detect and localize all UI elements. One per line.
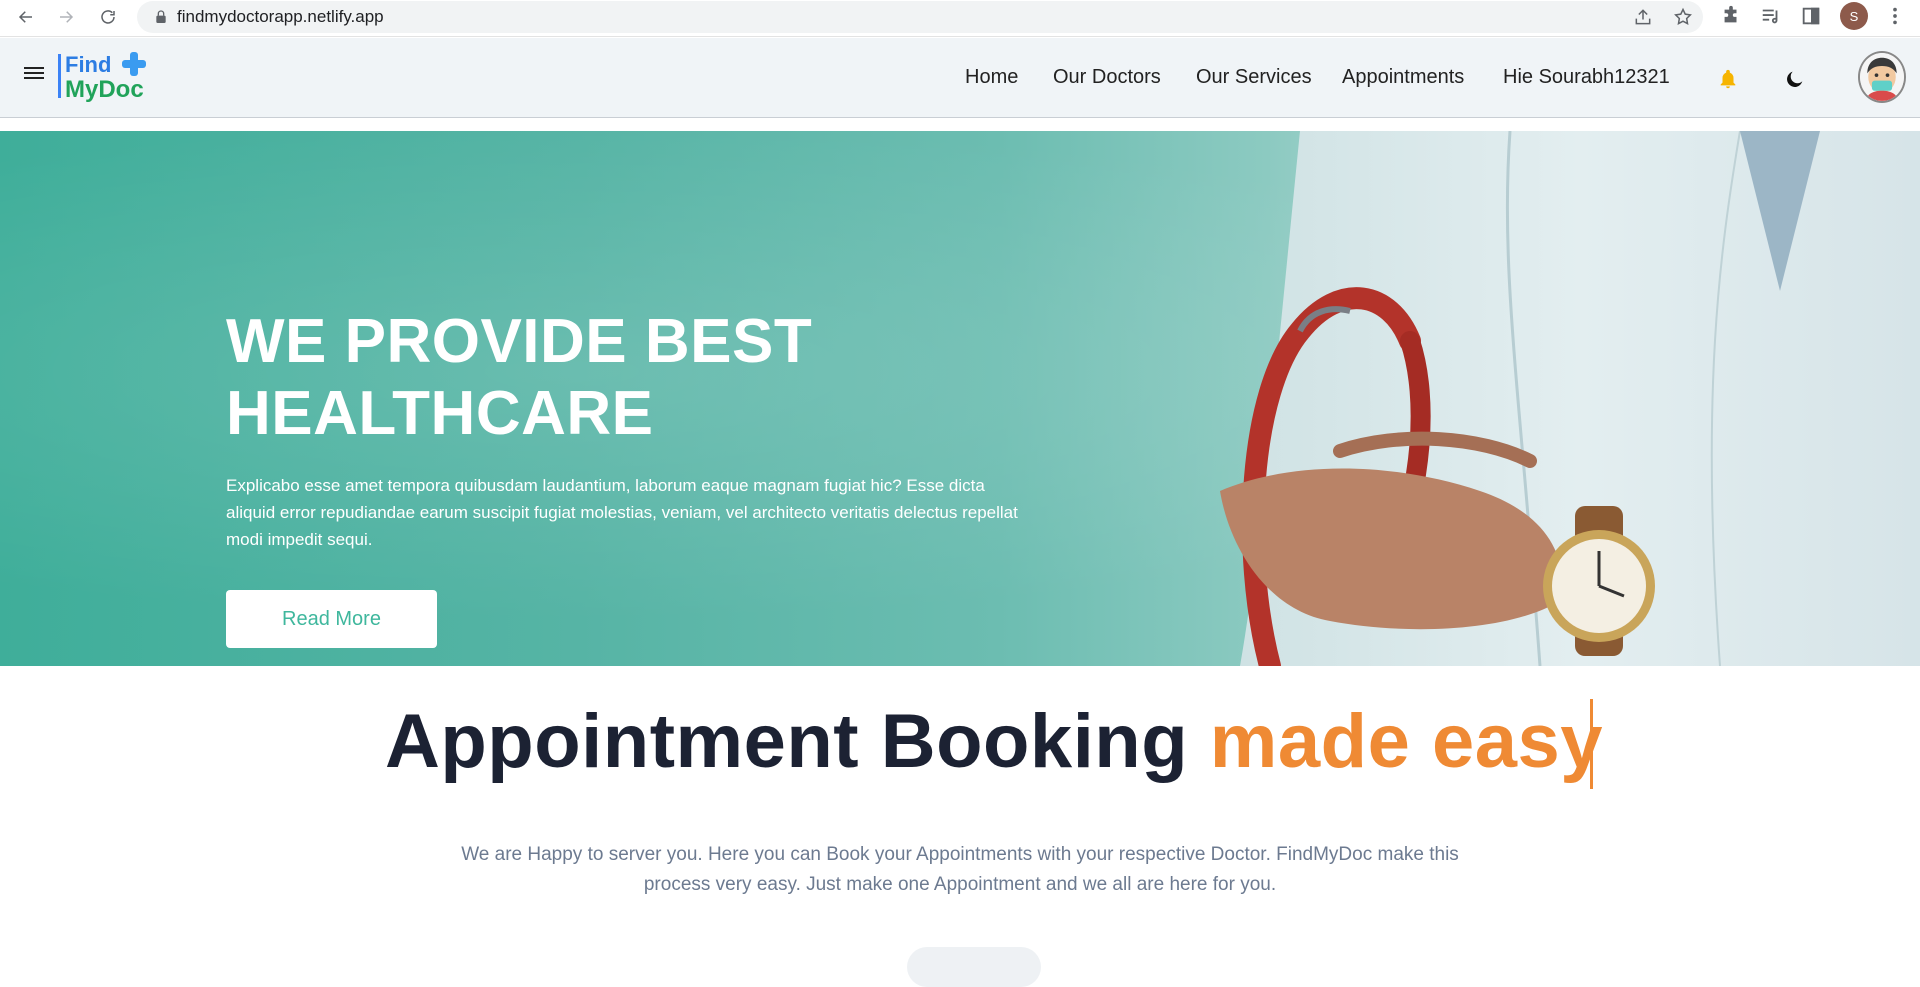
bookmark-star-icon[interactable]: [1673, 7, 1693, 27]
appointment-cta-button[interactable]: [907, 947, 1041, 987]
forward-icon[interactable]: [52, 3, 80, 31]
nav-link-our-services[interactable]: Our Services: [1196, 66, 1312, 89]
user-greeting[interactable]: Hie Sourabh12321: [1503, 66, 1670, 89]
url-text: findmydoctorapp.netlify.app: [177, 7, 384, 26]
nav-link-home[interactable]: Home: [965, 66, 1018, 89]
browser-toolbar: findmydoctorapp.netlify.app S: [0, 0, 1920, 37]
read-more-button[interactable]: Read More: [226, 590, 437, 648]
lock-icon: [156, 10, 166, 23]
logo-text-mydoc: MyDoc: [65, 76, 144, 103]
medical-cross-icon: [122, 52, 146, 76]
notification-bell-icon[interactable]: [1717, 68, 1739, 90]
hero-title: WE PROVIDE BEST HEALTHCARE: [226, 307, 813, 448]
logo-text-find: Find: [65, 52, 112, 77]
nav-link-appointments[interactable]: Appointments: [1342, 66, 1464, 89]
appointment-heading-accent: made easy: [1209, 699, 1604, 784]
media-queue-icon[interactable]: [1760, 5, 1782, 27]
extensions-puzzle-icon[interactable]: [1720, 5, 1742, 27]
side-panel-icon[interactable]: [1800, 5, 1822, 27]
appointment-description: We are Happy to server you. Here you can…: [461, 844, 1459, 895]
typing-cursor: [1590, 699, 1593, 789]
hero-banner: WE PROVIDE BEST HEALTHCARE Explicabo ess…: [0, 131, 1920, 666]
findmydoc-logo[interactable]: Find MyDoc: [58, 50, 158, 104]
appointment-heading: Appointment Booking made easy: [385, 698, 1603, 785]
nav-link-our-doctors[interactable]: Our Doctors: [1053, 66, 1161, 89]
reload-icon[interactable]: [94, 3, 122, 31]
hamburger-menu-icon[interactable]: [24, 64, 44, 84]
site-navbar: Find MyDoc Home Our Doctors Our Services…: [0, 38, 1920, 118]
dark-mode-moon-icon[interactable]: [1784, 68, 1806, 90]
browser-profile-avatar[interactable]: S: [1840, 2, 1868, 30]
back-icon[interactable]: [12, 3, 40, 31]
hero-description: Explicabo esse amet tempora quibusdam la…: [226, 476, 1018, 549]
appointment-heading-main: Appointment Booking: [385, 699, 1189, 784]
doctor-stethoscope-image: [1220, 131, 1920, 666]
user-avatar[interactable]: [1858, 51, 1906, 103]
address-bar[interactable]: findmydoctorapp.netlify.app: [137, 1, 1703, 33]
share-icon[interactable]: [1633, 7, 1653, 27]
browser-menu-icon[interactable]: [1884, 5, 1906, 27]
